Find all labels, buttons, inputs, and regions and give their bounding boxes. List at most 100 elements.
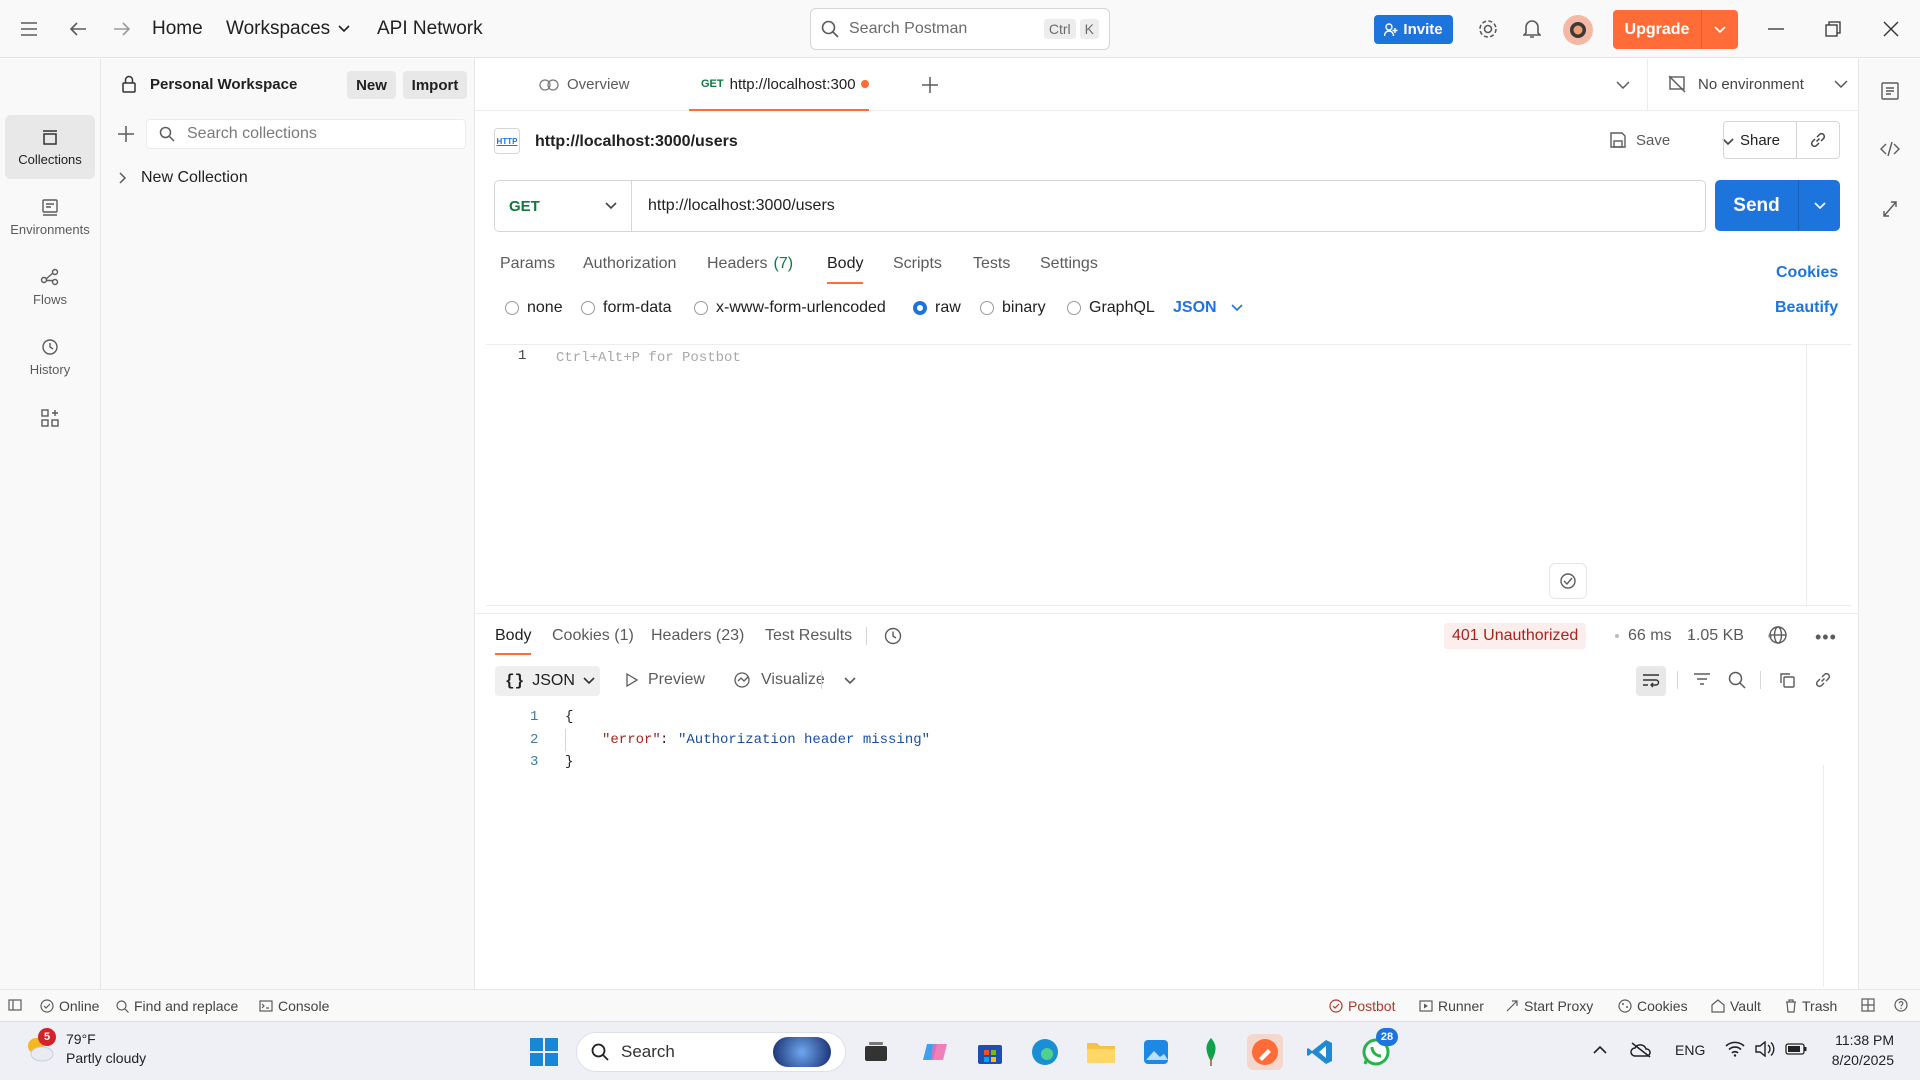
method-selector[interactable]: GET <box>495 181 632 231</box>
radio-graphql[interactable]: GraphQL <box>1067 299 1155 317</box>
api-network-link[interactable]: API Network <box>377 18 483 40</box>
collection-item[interactable]: New Collection <box>119 169 248 187</box>
close-icon[interactable] <box>1879 17 1903 41</box>
workspaces-menu[interactable]: Workspaces <box>226 18 350 40</box>
radio-form-data[interactable]: form-data <box>581 299 671 317</box>
radio-none[interactable]: none <box>505 299 563 317</box>
radio-raw[interactable]: raw <box>913 299 961 317</box>
response-tab-cookies[interactable]: Cookies (1) <box>552 627 634 645</box>
upgrade-button[interactable]: Upgrade <box>1613 10 1738 49</box>
global-search[interactable]: Search Postman Ctrl K <box>810 8 1110 50</box>
save-button[interactable]: Save <box>1609 131 1670 149</box>
vault-button[interactable]: Vault <box>1711 998 1761 1014</box>
response-format-selector[interactable]: {} JSON <box>495 666 600 696</box>
find-replace-button[interactable]: Find and replace <box>116 998 238 1014</box>
tab-scripts[interactable]: Scripts <box>893 255 942 273</box>
environment-selector[interactable]: No environment <box>1668 75 1848 93</box>
editor-scrollbar[interactable] <box>1806 345 1807 607</box>
workspace-name[interactable]: Personal Workspace <box>150 76 297 93</box>
layout-icon[interactable] <box>1861 998 1875 1012</box>
response-tab-test-results[interactable]: Test Results <box>765 627 852 645</box>
avatar[interactable] <box>1563 15 1593 45</box>
chevron-up-icon[interactable] <box>1593 1046 1607 1054</box>
globe-icon[interactable] <box>1768 625 1788 645</box>
tab-tests[interactable]: Tests <box>973 255 1010 273</box>
send-button[interactable]: Send <box>1715 180 1840 231</box>
weather-widget[interactable]: 5 79°F Partly cloudy <box>22 1028 146 1068</box>
microsoft-store-icon[interactable] <box>972 1034 1008 1070</box>
filter-icon[interactable] <box>1693 672 1711 688</box>
nav-flows[interactable]: Flows <box>5 255 95 319</box>
tab-body[interactable]: Body <box>827 255 864 284</box>
volume-icon[interactable] <box>1755 1041 1775 1057</box>
battery-icon[interactable] <box>1785 1043 1807 1055</box>
copy-icon[interactable] <box>1778 671 1796 689</box>
file-explorer-icon[interactable] <box>1083 1034 1119 1070</box>
back-arrow-icon[interactable] <box>66 17 90 41</box>
radio-binary[interactable]: binary <box>980 299 1046 317</box>
home-link[interactable]: Home <box>152 18 203 40</box>
language-indicator[interactable]: ENG <box>1675 1042 1705 1058</box>
copilot-icon[interactable] <box>917 1034 953 1070</box>
tab-overview[interactable]: Overview <box>539 76 630 93</box>
forward-arrow-icon[interactable] <box>110 17 134 41</box>
beautify-link[interactable]: Beautify <box>1775 299 1838 317</box>
cookies-button[interactable]: Cookies <box>1618 998 1688 1014</box>
cookies-link[interactable]: Cookies <box>1776 264 1838 282</box>
radio-urlencoded[interactable]: x-www-form-urlencoded <box>694 299 886 317</box>
nav-history[interactable]: History <box>5 325 95 389</box>
response-scrollbar[interactable] <box>1823 765 1824 987</box>
whatsapp-icon[interactable]: 28 <box>1358 1028 1398 1070</box>
collections-search-input[interactable]: Search collections <box>146 119 466 149</box>
edge-browser-icon[interactable] <box>1027 1034 1063 1070</box>
taskbar-search[interactable]: Search <box>576 1032 846 1072</box>
online-status[interactable]: Online <box>40 998 99 1014</box>
tab-active-request[interactable]: GET http://localhost:3000/us <box>689 59 869 111</box>
task-view-icon[interactable] <box>858 1034 894 1070</box>
help-icon[interactable] <box>1894 998 1908 1012</box>
nav-configure[interactable] <box>5 393 95 443</box>
response-tab-headers[interactable]: Headers (23) <box>651 627 744 645</box>
new-button[interactable]: New <box>347 71 396 99</box>
chevron-down-icon[interactable] <box>1702 25 1738 34</box>
response-body-viewer[interactable]: 1 2 3 { "error" : "Authorization header … <box>475 707 1858 987</box>
notification-bell-icon[interactable] <box>1520 17 1544 41</box>
share-button[interactable]: Share <box>1724 132 1796 149</box>
url-input[interactable]: http://localhost:3000/users <box>648 197 835 215</box>
tab-settings[interactable]: Settings <box>1040 255 1098 273</box>
postbot-button[interactable] <box>1549 563 1587 599</box>
request-title[interactable]: http://localhost:3000/users <box>535 133 738 151</box>
restore-icon[interactable] <box>1821 17 1845 41</box>
chevron-down-icon[interactable] <box>844 677 856 685</box>
tab-params[interactable]: Params <box>500 255 555 273</box>
add-tab-icon[interactable] <box>921 76 939 94</box>
link-icon[interactable] <box>1797 131 1839 149</box>
wrap-lines-button[interactable] <box>1636 666 1666 696</box>
menu-icon[interactable] <box>17 17 41 41</box>
clock[interactable]: 11:38 PM 8/20/2025 <box>1822 1030 1894 1070</box>
runner-button[interactable]: Runner <box>1419 998 1484 1014</box>
invite-button[interactable]: Invite <box>1374 15 1453 44</box>
format-selector[interactable]: JSON <box>1173 299 1243 317</box>
settings-gear-icon[interactable] <box>1476 17 1500 41</box>
search-icon[interactable] <box>1728 671 1746 689</box>
response-history-icon[interactable] <box>883 626 903 646</box>
tab-headers[interactable]: Headers (7) <box>707 255 793 273</box>
chevron-down-icon[interactable] <box>1799 201 1840 210</box>
photos-icon[interactable] <box>1138 1034 1174 1070</box>
windows-start-icon[interactable] <box>526 1034 562 1070</box>
tabs-dropdown-icon[interactable] <box>1616 81 1630 89</box>
mongodb-icon[interactable] <box>1193 1034 1229 1070</box>
postbot-button[interactable]: Postbot <box>1329 998 1395 1014</box>
preview-button[interactable]: Preview <box>626 671 705 689</box>
start-proxy-button[interactable]: Start Proxy <box>1505 998 1593 1014</box>
response-time[interactable]: 66 ms <box>1628 627 1672 645</box>
import-button[interactable]: Import <box>403 71 467 99</box>
code-icon[interactable] <box>1880 141 1900 157</box>
postman-app-icon[interactable] <box>1247 1034 1283 1070</box>
toggle-sidebar-icon[interactable] <box>8 999 22 1011</box>
wifi-icon[interactable] <box>1725 1041 1745 1057</box>
console-button[interactable]: Console <box>259 998 329 1014</box>
visualize-button[interactable]: Visualize <box>733 671 825 689</box>
vscode-icon[interactable] <box>1302 1034 1338 1070</box>
